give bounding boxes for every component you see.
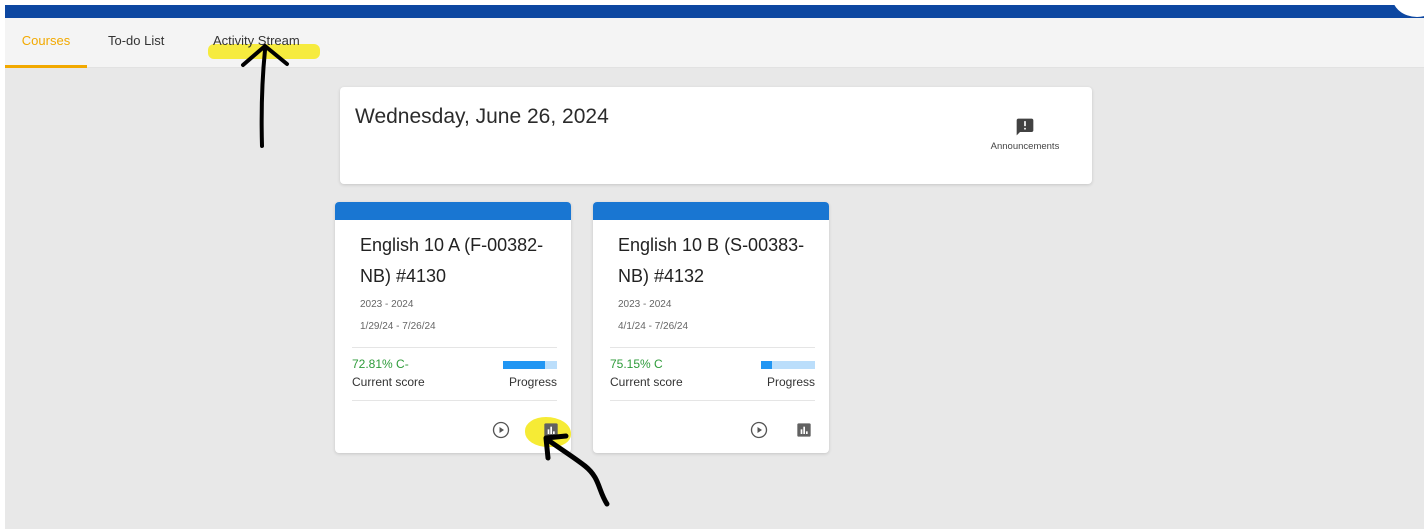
tab-todo-list[interactable]: To-do List bbox=[108, 18, 164, 68]
divider bbox=[352, 347, 557, 348]
bar-chart-icon[interactable] bbox=[543, 422, 559, 438]
progress-label: Progress bbox=[766, 375, 815, 389]
course-card: English 10 B (S-00383-NB) #4132 2023 - 2… bbox=[593, 202, 829, 453]
course-school-year: 2023 - 2024 bbox=[618, 299, 672, 310]
progress-label: Progress bbox=[508, 375, 557, 389]
current-score-value: 72.81% C- bbox=[352, 357, 409, 371]
date-card: Wednesday, June 26, 2024 Announcements bbox=[340, 87, 1092, 184]
divider bbox=[610, 347, 815, 348]
tab-courses[interactable]: Courses bbox=[5, 18, 87, 68]
progress-fill bbox=[503, 361, 546, 369]
course-card: English 10 A (F-00382-NB) #4130 2023 - 2… bbox=[335, 202, 571, 453]
avatar[interactable] bbox=[1392, 5, 1424, 17]
announcement-icon bbox=[1016, 118, 1034, 136]
divider bbox=[610, 400, 815, 401]
divider bbox=[352, 400, 557, 401]
course-title[interactable]: English 10 A (F-00382-NB) #4130 bbox=[360, 230, 550, 292]
tab-activity-stream[interactable]: Activity Stream bbox=[213, 18, 300, 68]
play-circle-icon[interactable] bbox=[492, 421, 510, 439]
bar-chart-icon[interactable] bbox=[796, 422, 812, 438]
progress-bar bbox=[761, 361, 815, 369]
play-circle-icon[interactable] bbox=[750, 421, 768, 439]
tab-bar: Courses To-do List Activity Stream bbox=[5, 18, 1424, 68]
current-score-label: Current score bbox=[610, 375, 683, 389]
course-school-year: 2023 - 2024 bbox=[360, 299, 414, 310]
current-date: Wednesday, June 26, 2024 bbox=[355, 105, 609, 128]
card-color-stripe bbox=[335, 202, 571, 220]
announcements-button[interactable]: Announcements bbox=[980, 117, 1070, 152]
top-app-bar bbox=[5, 5, 1424, 18]
progress-bar bbox=[503, 361, 557, 369]
course-date-range: 1/29/24 - 7/26/24 bbox=[360, 321, 436, 332]
current-score-label: Current score bbox=[352, 375, 425, 389]
announcements-label: Announcements bbox=[990, 141, 1060, 152]
progress-fill bbox=[761, 361, 772, 369]
course-title[interactable]: English 10 B (S-00383-NB) #4132 bbox=[618, 230, 808, 292]
current-score-value: 75.15% C bbox=[610, 357, 663, 371]
course-date-range: 4/1/24 - 7/26/24 bbox=[618, 321, 689, 332]
card-color-stripe bbox=[593, 202, 829, 220]
